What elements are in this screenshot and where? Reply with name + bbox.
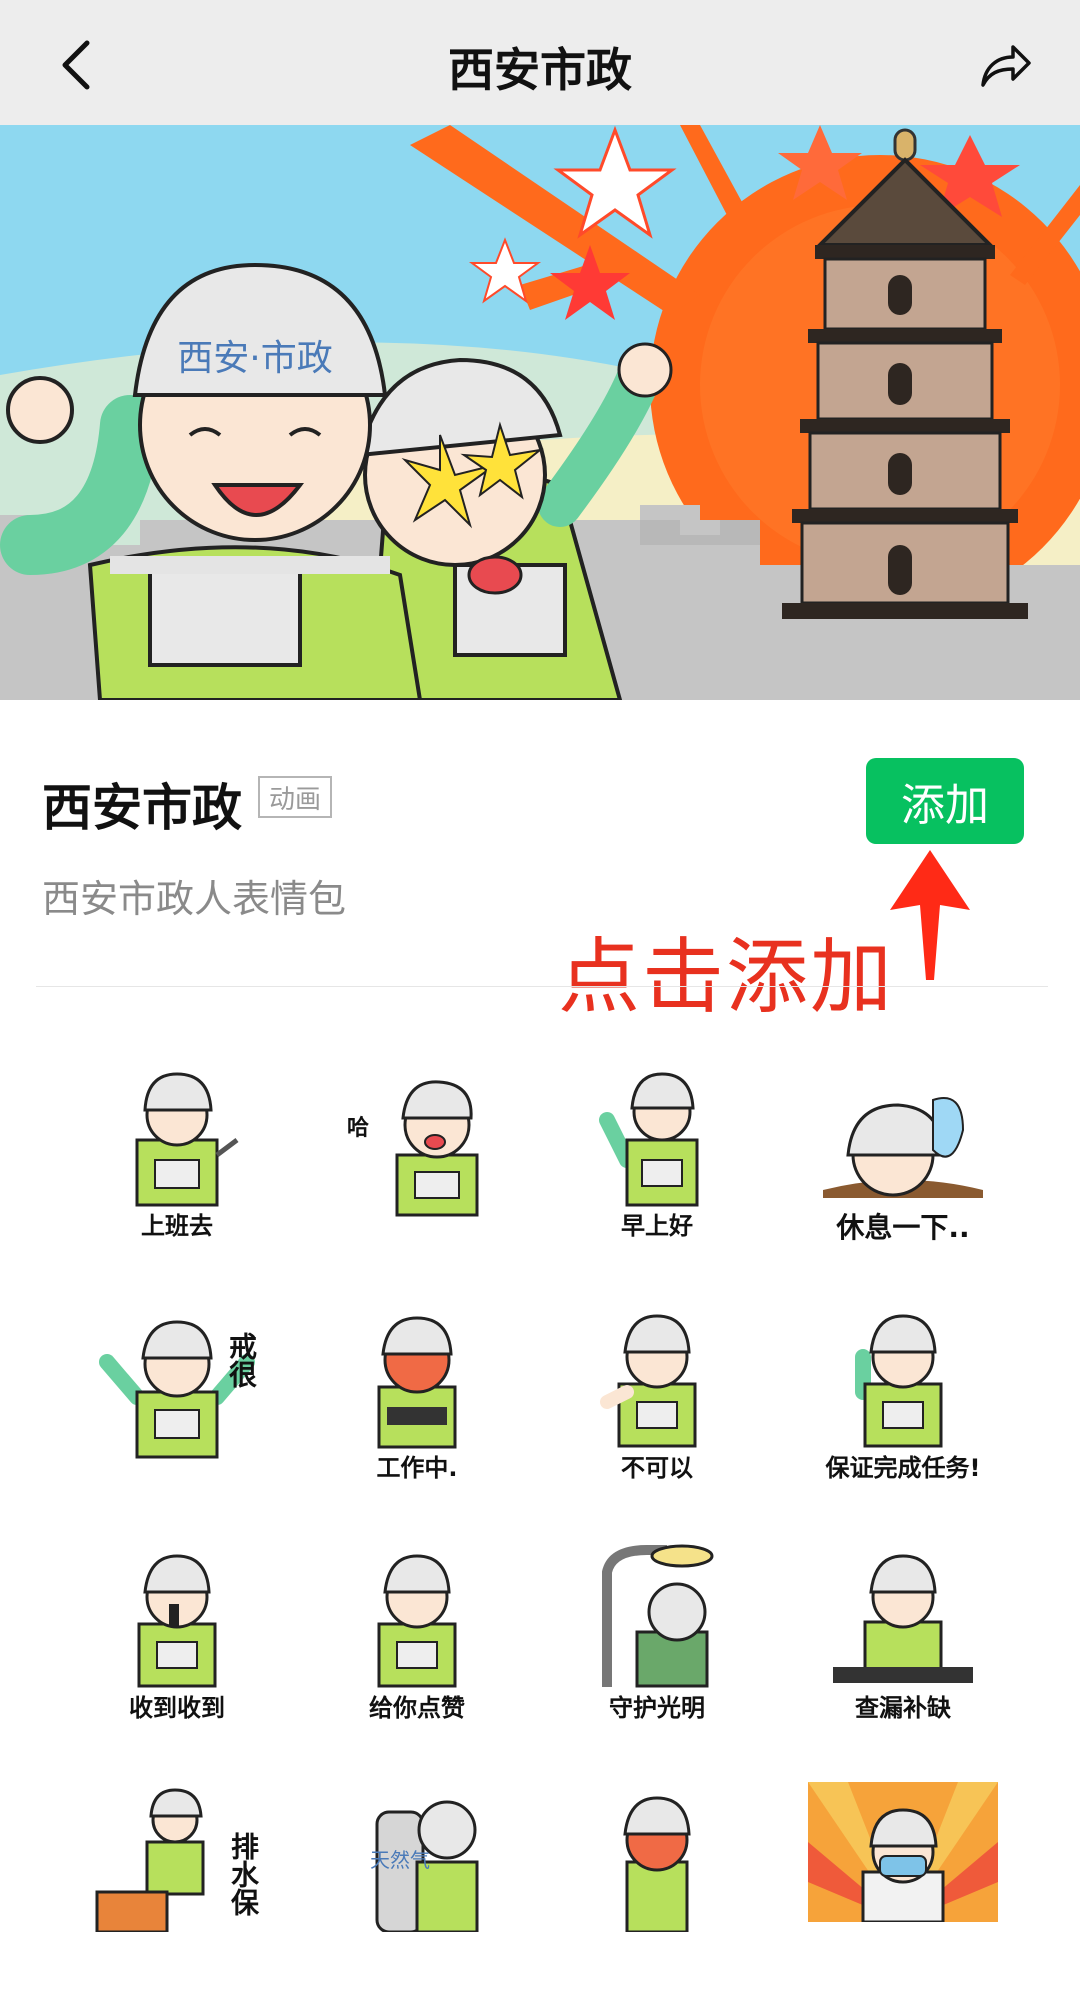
annotation-text: 点击添加	[558, 930, 895, 1025]
sticker-item[interactable]: 天然气	[297, 1782, 537, 1992]
pack-banner-image: 西安·市政	[0, 125, 1080, 700]
sticker-image: 哈	[347, 1080, 479, 1217]
sticker-item[interactable]: 保证完成任务!	[783, 1302, 1023, 1512]
sticker-caption: 工作中.	[376, 1454, 458, 1482]
sticker-caption: 不可以	[621, 1454, 693, 1482]
sticker-item[interactable]: 查漏补缺	[783, 1542, 1023, 1752]
sticker-item[interactable]: 排水保	[57, 1782, 297, 1992]
sticker-item[interactable]: 早上好	[537, 1060, 777, 1270]
sticker-caption: 排水保	[227, 1832, 260, 1916]
sticker-item[interactable]: 守护光明	[537, 1542, 777, 1752]
sticker-image	[623, 1796, 691, 1932]
sticker-image: 天然气	[370, 1800, 479, 1932]
sticker-caption: 查漏补缺	[855, 1694, 951, 1722]
sticker-item[interactable]: 不可以	[537, 1302, 777, 1512]
share-icon	[981, 45, 1031, 87]
sticker-caption: 休息一下..	[836, 1211, 970, 1244]
pack-title: 西安市政	[42, 779, 242, 837]
sticker-image	[855, 1314, 943, 1448]
sticker-caption: 戒很	[225, 1332, 258, 1388]
sticker-image	[602, 1544, 714, 1688]
sticker-caption: 天然气	[370, 1848, 430, 1872]
share-button[interactable]	[970, 30, 1040, 100]
sticker-item[interactable]	[808, 1782, 998, 1922]
sticker-item[interactable]: 给你点赞	[297, 1542, 537, 1752]
divider	[36, 986, 1048, 987]
sticker-caption: 保证完成任务!	[825, 1454, 981, 1482]
sticker-caption: 上班去	[141, 1212, 213, 1240]
sticker-caption: 早上好	[621, 1212, 693, 1240]
sticker-image	[137, 1554, 217, 1688]
add-button[interactable]: 添加	[866, 758, 1024, 844]
sticker-item[interactable]: 收到收到	[57, 1542, 297, 1752]
page-title: 西安市政	[448, 43, 632, 97]
sticker-image	[823, 1097, 983, 1198]
sticker-item[interactable]: 休息一下..	[783, 1060, 1023, 1270]
sticker-caption: 给你点赞	[369, 1694, 465, 1722]
sticker-image	[599, 1072, 699, 1207]
pack-subtitle: 西安市政人表情包	[42, 877, 347, 921]
sticker-image	[377, 1554, 457, 1688]
sticker-item[interactable]	[537, 1782, 777, 1992]
sticker-image	[377, 1316, 457, 1449]
sticker-image	[135, 1072, 239, 1207]
up-arrow-icon	[890, 850, 970, 980]
sticker-caption: 哈	[347, 1115, 369, 1141]
nav-bar: 西安市政	[0, 0, 1080, 125]
sticker-grid: 上班去 哈 早上好 休息一下.. 戒很 工作中. 不可以 保证完成任务! 收到收…	[0, 1040, 1080, 1932]
sticker-image	[600, 1314, 697, 1448]
sticker-image	[808, 1782, 998, 1922]
sticker-item[interactable]: 上班去	[57, 1060, 297, 1270]
sticker-item[interactable]: 工作中.	[297, 1302, 537, 1512]
animated-tag: 动画	[258, 776, 332, 818]
sticker-caption: 守护光明	[609, 1694, 705, 1722]
sticker-item[interactable]: 戒很	[57, 1302, 297, 1512]
sticker-item[interactable]: 哈	[297, 1060, 537, 1270]
sticker-image	[833, 1554, 973, 1683]
helmet-text: 西安·市政	[177, 338, 332, 379]
sticker-caption: 收到收到	[129, 1694, 225, 1722]
